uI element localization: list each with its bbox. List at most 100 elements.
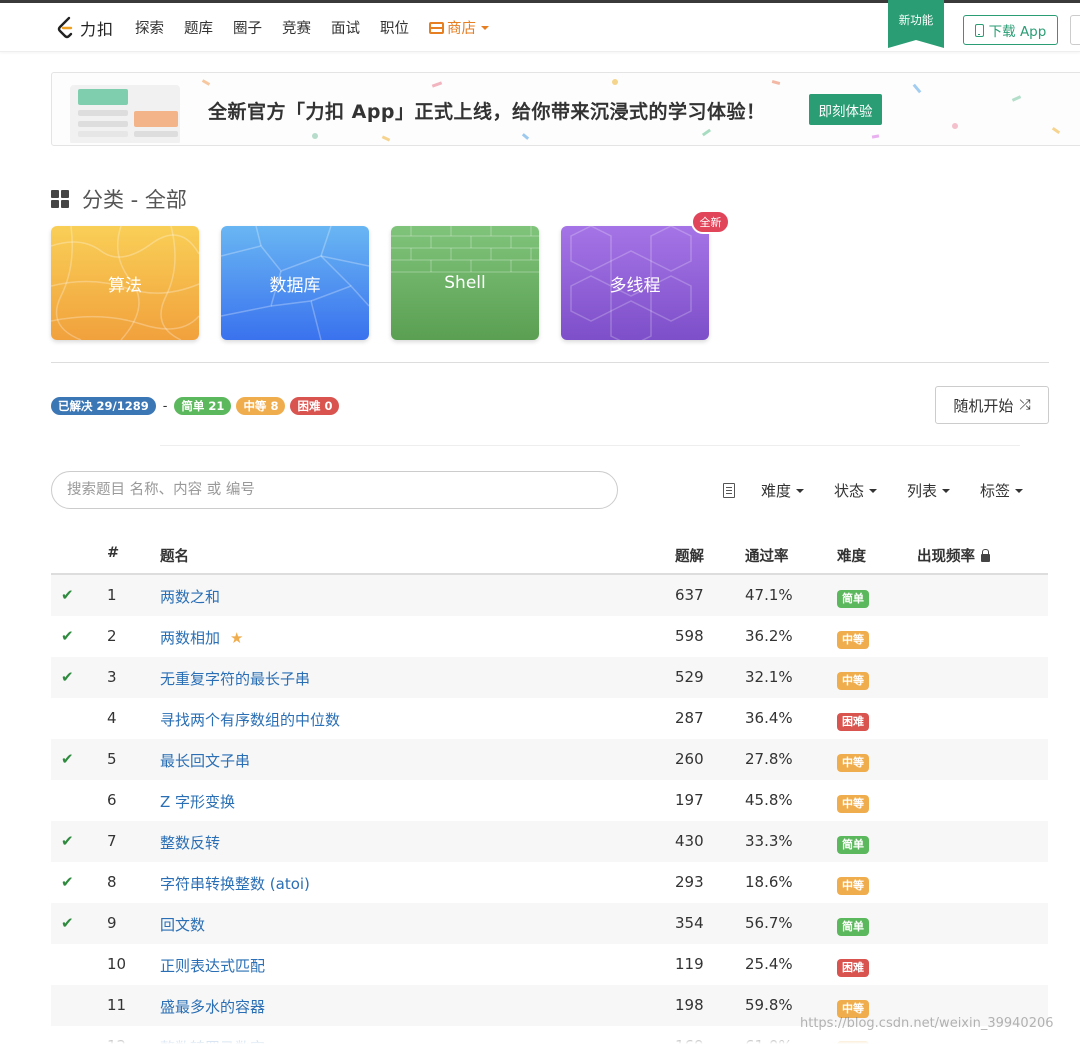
filter-difficulty[interactable]: 难度 bbox=[761, 480, 805, 501]
difficulty-badge: 中等 bbox=[837, 754, 869, 772]
caret-down-icon bbox=[942, 489, 951, 493]
header-acceptance[interactable]: 通过率 bbox=[745, 545, 789, 566]
try-now-button[interactable]: 即刻体验 bbox=[809, 94, 882, 125]
difficulty-cell: 中等 bbox=[837, 875, 869, 895]
problem-number: 10 bbox=[107, 955, 127, 973]
difficulty-badge: 中等 bbox=[837, 795, 869, 813]
problem-title-link[interactable]: 回文数 bbox=[160, 914, 205, 935]
difficulty-cell: 中等 bbox=[837, 670, 869, 690]
download-app-button[interactable]: 下载 App bbox=[963, 15, 1058, 45]
header-num[interactable]: # bbox=[107, 545, 119, 561]
difficulty-badge: 中等 bbox=[837, 877, 869, 895]
solved-check-icon: ✔ bbox=[61, 832, 74, 850]
solved-check-icon: ✔ bbox=[61, 627, 74, 645]
table-row[interactable]: ✔ 7 整数反转 430 33.3% 简单 bbox=[51, 821, 1048, 862]
store-label: 商店 bbox=[447, 21, 476, 37]
nav-item-problems[interactable]: 题库 bbox=[184, 17, 213, 38]
solution-count[interactable]: 598 bbox=[675, 627, 704, 645]
category-header: 分类 - 全部 bbox=[51, 184, 187, 214]
acceptance-rate: 59.8% bbox=[745, 996, 793, 1014]
table-row[interactable]: 10 正则表达式匹配 119 25.4% 困难 bbox=[51, 944, 1048, 985]
nav-item-store[interactable]: 商店 bbox=[429, 17, 489, 38]
download-label: 下载 App bbox=[988, 24, 1047, 40]
header-frequency[interactable]: 出现频率 bbox=[917, 545, 990, 566]
solution-count[interactable]: 119 bbox=[675, 955, 704, 973]
solution-count[interactable]: 637 bbox=[675, 586, 704, 604]
filter-list[interactable]: 列表 bbox=[907, 480, 951, 501]
solved-check-icon: ✔ bbox=[61, 873, 74, 891]
nav-item-contest[interactable]: 竞赛 bbox=[282, 17, 311, 38]
problem-number: 1 bbox=[107, 586, 117, 604]
star-icon: ★ bbox=[230, 629, 244, 647]
table-row[interactable]: ✔ 3 无重复字符的最长子串 529 32.1% 中等 bbox=[51, 657, 1048, 698]
nav-item-interview[interactable]: 面试 bbox=[331, 17, 360, 38]
acceptance-rate: 32.1% bbox=[745, 668, 793, 686]
section-divider bbox=[51, 362, 1049, 363]
table-row[interactable]: 6 Z 字形变换 197 45.8% 中等 bbox=[51, 780, 1048, 821]
header-solutions[interactable]: 题解 bbox=[675, 545, 704, 566]
difficulty-badge: 困难 bbox=[837, 959, 869, 977]
category-card-concurrency[interactable]: 多线程 bbox=[561, 226, 709, 340]
table-header: # 题名 题解 通过率 难度 出现频率 bbox=[51, 533, 1048, 575]
acceptance-rate: 36.2% bbox=[745, 627, 793, 645]
difficulty-badge: 简单 bbox=[837, 590, 869, 608]
problem-title-link[interactable]: 整数反转 bbox=[160, 832, 220, 853]
category-card-algorithms[interactable]: 算法 bbox=[51, 226, 199, 340]
difficulty-cell: 简单 bbox=[837, 834, 869, 854]
difficulty-badge: 中等 bbox=[837, 631, 869, 649]
problem-search-input[interactable] bbox=[51, 471, 618, 509]
section-divider bbox=[160, 445, 1020, 446]
solution-count[interactable]: 354 bbox=[675, 914, 704, 932]
solution-count[interactable]: 293 bbox=[675, 873, 704, 891]
problem-title-link[interactable]: 无重复字符的最长子串 bbox=[160, 668, 310, 689]
shuffle-icon: ⤮ bbox=[1019, 397, 1031, 413]
difficulty-badge: 简单 bbox=[837, 918, 869, 936]
nav-item-circle[interactable]: 圈子 bbox=[233, 17, 262, 38]
filter-status[interactable]: 状态 bbox=[834, 480, 878, 501]
table-row[interactable]: ✔ 8 字符串转换整数 (atoi) 293 18.6% 中等 bbox=[51, 862, 1048, 903]
nav-item-jobs[interactable]: 职位 bbox=[380, 17, 409, 38]
table-row[interactable]: ✔ 2 两数相加 ★ 598 36.2% 中等 bbox=[51, 616, 1048, 657]
solution-count[interactable]: 197 bbox=[675, 791, 704, 809]
problem-title-link[interactable]: 字符串转换整数 (atoi) bbox=[160, 873, 310, 894]
table-row[interactable]: ✔ 1 两数之和 637 47.1% 简单 bbox=[51, 575, 1048, 616]
problem-number: 6 bbox=[107, 791, 117, 809]
difficulty-cell: 中等 bbox=[837, 629, 869, 649]
watermark: https://blog.csdn.net/weixin_39940206 bbox=[800, 1016, 1054, 1031]
medium-count-badge: 中等 8 bbox=[236, 397, 286, 415]
filter-tags[interactable]: 标签 bbox=[980, 480, 1024, 501]
problem-title-link[interactable]: Z 字形变换 bbox=[160, 791, 235, 812]
problem-title-link[interactable]: 两数相加 ★ bbox=[160, 627, 243, 648]
acceptance-rate: 36.4% bbox=[745, 709, 793, 727]
header-title[interactable]: 题名 bbox=[160, 545, 189, 566]
problem-title-link[interactable]: 盛最多水的容器 bbox=[160, 996, 265, 1017]
caret-down-icon bbox=[481, 25, 489, 30]
problem-title-link[interactable]: 两数之和 bbox=[160, 586, 220, 607]
solution-count[interactable]: 287 bbox=[675, 709, 704, 727]
table-row[interactable]: ✔ 5 最长回文子串 260 27.8% 中等 bbox=[51, 739, 1048, 780]
logo[interactable]: 力扣 bbox=[56, 15, 114, 41]
category-card-shell[interactable]: Shell bbox=[391, 226, 539, 340]
solution-count[interactable]: 529 bbox=[675, 668, 704, 686]
random-start-button[interactable]: 随机开始 ⤮ bbox=[935, 386, 1049, 424]
filter-bar: 难度 状态 列表 标签 bbox=[723, 478, 1024, 502]
acceptance-rate: 47.1% bbox=[745, 586, 793, 604]
solution-count[interactable]: 260 bbox=[675, 750, 704, 768]
problem-title-link[interactable]: 正则表达式匹配 bbox=[160, 955, 265, 976]
problem-title-link[interactable]: 寻找两个有序数组的中位数 bbox=[160, 709, 340, 730]
category-card-database[interactable]: 数据库 bbox=[221, 226, 369, 340]
card-label: 多线程 bbox=[609, 275, 661, 296]
problem-title-link[interactable]: 最长回文子串 bbox=[160, 750, 250, 771]
random-start-label: 随机开始 bbox=[953, 396, 1014, 415]
new-feature-ribbon[interactable]: 新功能 bbox=[888, 0, 944, 48]
solution-count[interactable]: 430 bbox=[675, 832, 704, 850]
document-icon[interactable] bbox=[723, 482, 735, 498]
user-menu-button[interactable] bbox=[1070, 15, 1080, 45]
table-row[interactable]: ✔ 9 回文数 354 56.7% 简单 bbox=[51, 903, 1048, 944]
problem-number: 8 bbox=[107, 873, 117, 891]
solution-count[interactable]: 198 bbox=[675, 996, 704, 1014]
table-row[interactable]: 4 寻找两个有序数组的中位数 287 36.4% 困难 bbox=[51, 698, 1048, 739]
nav-item-explore[interactable]: 探索 bbox=[135, 17, 164, 38]
new-badge: 全新 bbox=[691, 210, 730, 234]
header-difficulty[interactable]: 难度 bbox=[837, 545, 866, 566]
